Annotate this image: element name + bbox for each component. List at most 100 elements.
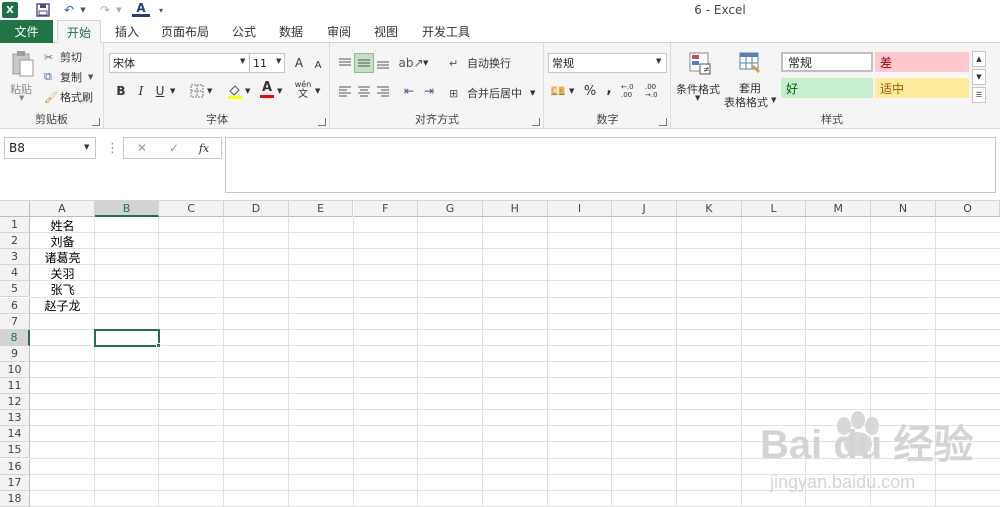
styles-scroll-down-icon[interactable]: ▼ (972, 69, 986, 85)
column-header-b[interactable]: B (94, 201, 160, 217)
row-header-14[interactable]: 14 (0, 426, 30, 443)
row-header-18[interactable]: 18 (0, 490, 30, 507)
column-header-n[interactable]: N (871, 201, 936, 217)
tab-view[interactable]: 视图 (367, 20, 405, 43)
row-header-7[interactable]: 7 (0, 313, 30, 330)
row-header-9[interactable]: 9 (0, 345, 30, 362)
comma-style-button[interactable]: , (599, 79, 619, 99)
row-header-15[interactable]: 15 (0, 442, 30, 459)
format-as-table-icon[interactable] (736, 49, 764, 77)
cell-a1[interactable]: 姓名 (30, 217, 95, 233)
undo-icon[interactable]: ↶ (60, 1, 78, 19)
undo-dropdown-icon[interactable]: ▼ (78, 1, 88, 19)
row-header-3[interactable]: 3 (0, 249, 30, 266)
tab-data[interactable]: 数据 (272, 20, 310, 43)
decrease-indent-icon[interactable]: ⇤ (399, 81, 419, 101)
column-header-k[interactable]: K (677, 201, 742, 217)
row-header-10[interactable]: 10 (0, 361, 30, 378)
align-bottom-icon[interactable] (373, 53, 393, 73)
style-bad[interactable]: 差 (875, 52, 969, 72)
column-header-a[interactable]: A (30, 201, 95, 217)
percent-button[interactable]: % (580, 81, 600, 101)
column-header-g[interactable]: G (418, 201, 483, 217)
font-name-dropdown-icon[interactable]: ▼ (240, 57, 245, 65)
wrap-text-button[interactable]: ↵ 自动换行 (449, 55, 511, 71)
font-launcher-icon[interactable] (318, 118, 326, 126)
decrease-decimal-button[interactable]: .00 →.0 (645, 81, 667, 101)
font-name-select[interactable]: 宋体 (109, 53, 251, 73)
styles-scroll-up-icon[interactable]: ▲ (972, 51, 986, 67)
formula-input[interactable] (225, 137, 996, 193)
format-painter-button[interactable]: 🖌 格式刷 (44, 89, 93, 105)
border-icon[interactable] (187, 81, 207, 101)
align-top-icon[interactable] (335, 53, 355, 73)
column-header-o[interactable]: O (935, 201, 1000, 217)
column-header-j[interactable]: J (612, 201, 677, 217)
number-launcher-icon[interactable] (659, 118, 667, 126)
paste-dropdown-icon[interactable]: ▼ (19, 94, 24, 102)
underline-dropdown-icon[interactable]: ▼ (170, 87, 175, 95)
grow-font-icon[interactable]: A (289, 53, 309, 73)
font-color-quick-icon[interactable]: A (132, 1, 150, 17)
cell-a4[interactable]: 关羽 (30, 265, 95, 281)
style-neutral[interactable]: 适中 (875, 78, 969, 98)
format-as-table-line2[interactable]: 表格格式 (724, 94, 768, 110)
tab-page-layout[interactable]: 页面布局 (157, 20, 213, 43)
name-box-dropdown-icon[interactable]: ▼ (84, 143, 89, 151)
tab-home[interactable]: 开始 (57, 20, 101, 44)
orientation-icon[interactable]: ab↗ (398, 53, 423, 73)
alignment-launcher-icon[interactable] (532, 118, 540, 126)
redo-icon[interactable]: ↷ (96, 1, 114, 19)
align-left-icon[interactable] (335, 81, 355, 101)
shrink-font-icon[interactable]: A (308, 55, 328, 75)
row-header-17[interactable]: 17 (0, 474, 30, 491)
styles-more-icon[interactable]: ☰ (972, 87, 986, 103)
cell-a2[interactable]: 刘备 (30, 233, 95, 249)
column-header-f[interactable]: F (353, 201, 419, 217)
copy-button[interactable]: ⧉ 复制 ▼ (44, 69, 93, 85)
row-header-1[interactable]: 1 (0, 217, 30, 233)
tab-review[interactable]: 审阅 (320, 20, 358, 43)
save-icon[interactable] (34, 1, 52, 19)
align-middle-icon[interactable] (354, 53, 374, 73)
font-color-button[interactable]: A (257, 79, 277, 99)
style-good[interactable]: 好 (781, 78, 873, 98)
enter-formula-button[interactable]: ✓ (164, 138, 184, 158)
tab-developer[interactable]: 开发工具 (415, 20, 477, 43)
redo-dropdown-icon[interactable]: ▼ (114, 1, 124, 19)
border-dropdown-icon[interactable]: ▼ (207, 87, 212, 95)
row-header-2[interactable]: 2 (0, 233, 30, 250)
column-header-e[interactable]: E (288, 201, 354, 217)
currency-icon[interactable]: 💴 (548, 81, 568, 101)
font-color-dropdown-icon[interactable]: ▼ (277, 87, 282, 95)
increase-indent-icon[interactable]: ⇥ (419, 81, 439, 101)
row-header-16[interactable]: 16 (0, 458, 30, 475)
column-header-d[interactable]: D (224, 201, 289, 217)
row-header-12[interactable]: 12 (0, 394, 30, 411)
customize-qat-icon[interactable]: ▾ (156, 1, 166, 19)
tab-formulas[interactable]: 公式 (225, 20, 263, 43)
copy-dropdown-icon[interactable]: ▼ (88, 73, 93, 81)
clipboard-launcher-icon[interactable] (92, 118, 100, 126)
cell-a3[interactable]: 诸葛亮 (30, 249, 95, 265)
tab-file[interactable]: 文件 (0, 20, 53, 43)
style-normal[interactable]: 常规 (781, 52, 873, 72)
bold-button[interactable]: B (111, 81, 131, 101)
insert-function-button[interactable]: fx (194, 138, 214, 158)
formula-bar-grip-icon[interactable]: ⋮ (106, 141, 119, 156)
merge-dropdown-icon[interactable]: ▼ (530, 89, 535, 97)
paste-icon[interactable] (8, 49, 38, 79)
row-header-5[interactable]: 5 (0, 281, 30, 298)
orientation-dropdown-icon[interactable]: ▼ (423, 59, 428, 67)
row-header-4[interactable]: 4 (0, 265, 30, 282)
tab-insert[interactable]: 插入 (106, 20, 148, 43)
column-header-c[interactable]: C (159, 201, 225, 217)
align-center-icon[interactable] (354, 81, 374, 101)
currency-dropdown-icon[interactable]: ▼ (569, 87, 574, 95)
row-header-13[interactable]: 13 (0, 410, 30, 427)
fill-color-icon[interactable] (225, 81, 245, 101)
increase-decimal-button[interactable]: ←.0 .00 (621, 81, 643, 101)
column-header-h[interactable]: H (482, 201, 548, 217)
underline-button[interactable]: U (150, 81, 170, 101)
fill-color-dropdown-icon[interactable]: ▼ (245, 87, 250, 95)
